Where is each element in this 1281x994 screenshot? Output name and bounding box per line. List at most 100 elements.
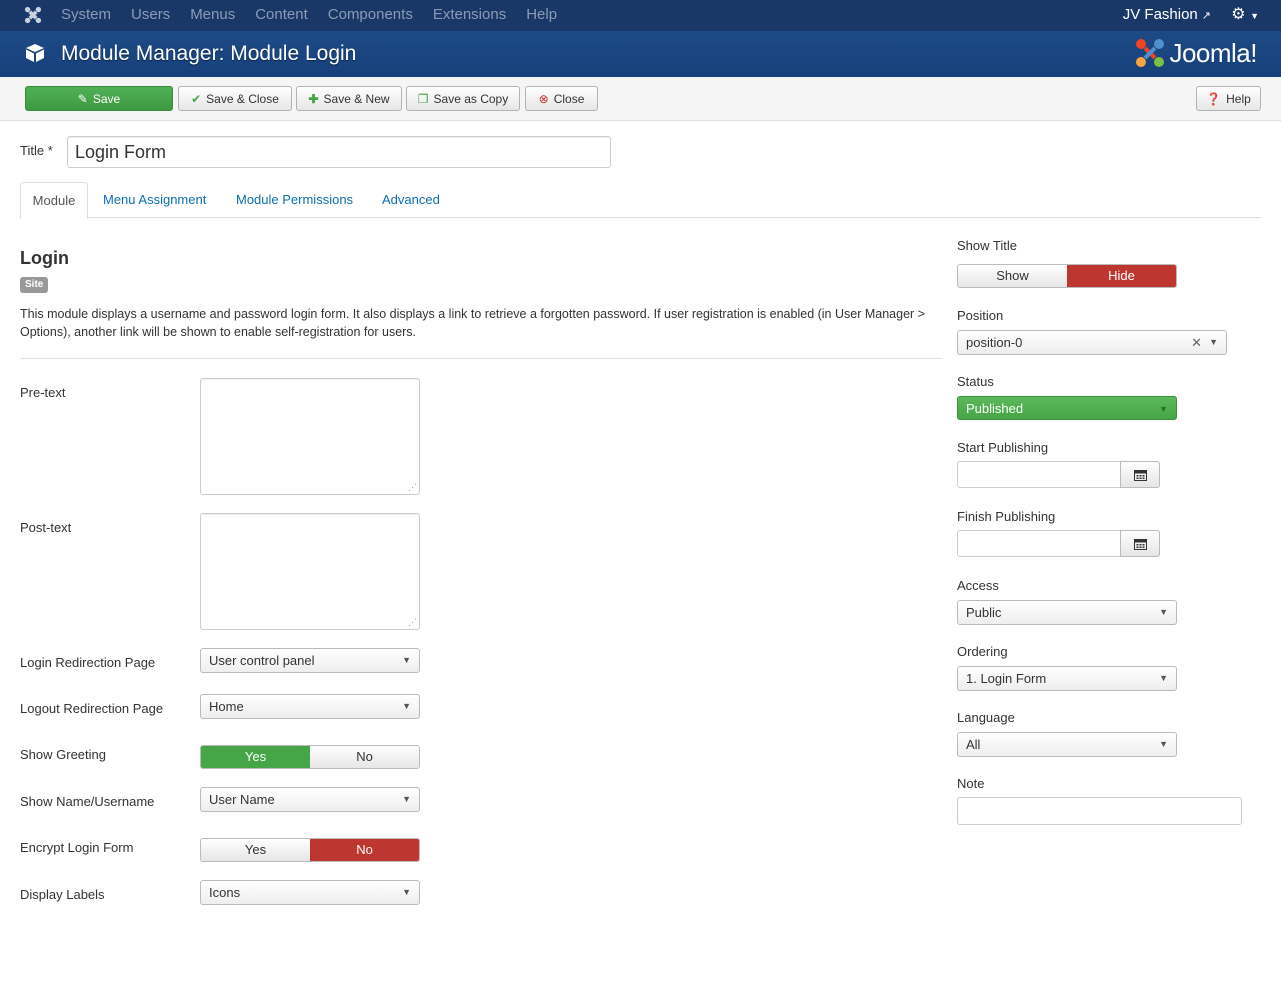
caret-down-icon: ▼: [1159, 607, 1168, 617]
top-navbar: System Users Menus Content Components Ex…: [0, 0, 1281, 31]
language-label: Language: [957, 710, 1015, 725]
question-icon: ❓: [1206, 91, 1222, 106]
check-icon: ✔: [191, 91, 202, 106]
encrypt-toggle: Yes No: [200, 838, 420, 862]
close-button[interactable]: ⊗ Close: [525, 86, 598, 111]
greeting-label: Show Greeting: [20, 747, 106, 762]
start-publishing-input[interactable]: [957, 461, 1121, 488]
save-new-label: Save & New: [323, 91, 390, 106]
language-value: All: [966, 737, 981, 752]
edit-icon: ✎: [77, 91, 88, 106]
title-input[interactable]: [67, 136, 611, 168]
finish-publishing-label: Finish Publishing: [957, 509, 1056, 524]
save-copy-button[interactable]: ❐ Save as Copy: [406, 86, 520, 111]
ordering-label: Ordering: [957, 644, 1008, 659]
site-name: JV Fashion: [1122, 6, 1198, 23]
tab-bar: Module Menu Assignment Module Permission…: [20, 182, 1261, 219]
logout-redirect-value: Home: [209, 699, 244, 714]
save-button[interactable]: ✎ Save: [25, 86, 173, 111]
resize-grip-icon[interactable]: ⋰: [408, 483, 417, 492]
save-copy-label: Save as Copy: [433, 91, 509, 106]
settings-menu[interactable]: ⚙ ▼: [1231, 0, 1259, 31]
pretext-label: Pre-text: [20, 385, 66, 400]
main-menu: System Users Menus Content Components Ex…: [61, 0, 577, 31]
login-redirect-select[interactable]: User control panel ▼: [200, 648, 420, 673]
finish-publishing-input[interactable]: [957, 530, 1121, 557]
joomla-logo: Joomla!: [1135, 36, 1257, 70]
caret-down-icon: ▼: [1159, 404, 1168, 414]
help-label: Help: [1226, 91, 1251, 106]
menu-system[interactable]: System: [61, 0, 111, 31]
pretext-textarea[interactable]: ⋰: [200, 378, 420, 495]
menu-extensions[interactable]: Extensions: [433, 0, 506, 31]
posttext-textarea[interactable]: ⋰: [200, 513, 420, 630]
position-label: Position: [957, 308, 1004, 323]
show-button[interactable]: Show: [958, 265, 1067, 287]
access-value: Public: [966, 605, 1002, 620]
language-select[interactable]: All ▼: [957, 732, 1177, 757]
ordering-value: 1. Login Form: [966, 671, 1047, 686]
site-link[interactable]: JV Fashion ↗: [1123, 0, 1211, 31]
save-close-button[interactable]: ✔ Save & Close: [178, 86, 292, 111]
access-select[interactable]: Public ▼: [957, 600, 1177, 625]
tab-module[interactable]: Module: [20, 182, 88, 219]
logout-redirect-label: Logout Redirection Page: [20, 701, 164, 716]
encrypt-label: Encrypt Login Form: [20, 840, 134, 855]
status-select[interactable]: Published ▼: [957, 396, 1177, 420]
start-publishing-label: Start Publishing: [957, 440, 1049, 455]
calendar-icon: [1133, 538, 1147, 550]
joomla-icon[interactable]: [24, 6, 42, 24]
save-close-label: Save & Close: [206, 91, 279, 106]
site-badge: Site: [20, 277, 49, 293]
tab-menu-assignment[interactable]: Menu Assignment: [103, 182, 206, 218]
help-button[interactable]: ❓ Help: [1196, 86, 1261, 111]
page-header: Module Manager: Module Login Joomla!: [0, 31, 1281, 77]
show-title-toggle: Show Hide: [957, 264, 1177, 288]
menu-content[interactable]: Content: [255, 0, 308, 31]
greeting-yes-button[interactable]: Yes: [201, 746, 310, 768]
calendar-icon: [1133, 469, 1147, 481]
copy-icon: ❐: [417, 91, 429, 106]
encrypt-yes-button[interactable]: Yes: [201, 839, 310, 861]
cancel-icon: ⊗: [538, 91, 549, 106]
save-new-button[interactable]: ✚ Save & New: [296, 86, 402, 111]
menu-menus[interactable]: Menus: [190, 0, 235, 31]
greeting-no-button[interactable]: No: [310, 746, 419, 768]
encrypt-no-button[interactable]: No: [310, 839, 419, 861]
name-select[interactable]: User Name ▼: [200, 787, 420, 812]
ordering-select[interactable]: 1. Login Form ▼: [957, 666, 1177, 691]
joomla-logo-icon: [1136, 39, 1165, 67]
toolbar: ✎ Save ✔ Save & Close ✚ Save & New ❐ Save as…: [0, 77, 1281, 121]
caret-down-icon: ▼: [1159, 739, 1168, 749]
status-value: Published: [966, 401, 1024, 416]
hide-button[interactable]: Hide: [1067, 265, 1176, 287]
caret-down-icon: ▼: [402, 794, 411, 804]
login-redirect-label: Login Redirection Page: [20, 655, 156, 670]
tab-advanced[interactable]: Advanced: [382, 182, 440, 218]
close-label: Close: [553, 91, 585, 106]
brand-name: Joomla!: [1169, 37, 1257, 68]
position-select[interactable]: position-0 ✕ ▼: [957, 330, 1227, 355]
menu-help[interactable]: Help: [526, 0, 557, 31]
start-calendar-button[interactable]: [1120, 461, 1160, 488]
logout-redirect-select[interactable]: Home ▼: [200, 694, 420, 719]
caret-down-icon: ▼: [1159, 673, 1168, 683]
menu-users[interactable]: Users: [131, 0, 170, 31]
module-description: This module displays a username and pass…: [20, 307, 925, 339]
resize-grip-icon[interactable]: ⋰: [408, 618, 417, 627]
page-title: Module Manager: Module Login: [61, 42, 357, 65]
tab-module-permissions[interactable]: Module Permissions: [236, 182, 353, 218]
note-input[interactable]: [957, 797, 1242, 825]
finish-calendar-button[interactable]: [1120, 530, 1160, 557]
external-link-icon: ↗: [1201, 10, 1211, 22]
labels-value: Icons: [209, 885, 241, 900]
caret-down-icon: ▼: [1250, 11, 1259, 21]
menu-components[interactable]: Components: [328, 0, 413, 31]
position-value: position-0: [966, 335, 1023, 350]
divider: [20, 358, 942, 359]
show-title-label: Show Title: [957, 238, 1017, 253]
greeting-toggle: Yes No: [200, 745, 420, 769]
labels-select[interactable]: Icons ▼: [200, 880, 420, 905]
clear-icon[interactable]: ✕: [1191, 331, 1202, 354]
save-label: Save: [92, 91, 121, 106]
